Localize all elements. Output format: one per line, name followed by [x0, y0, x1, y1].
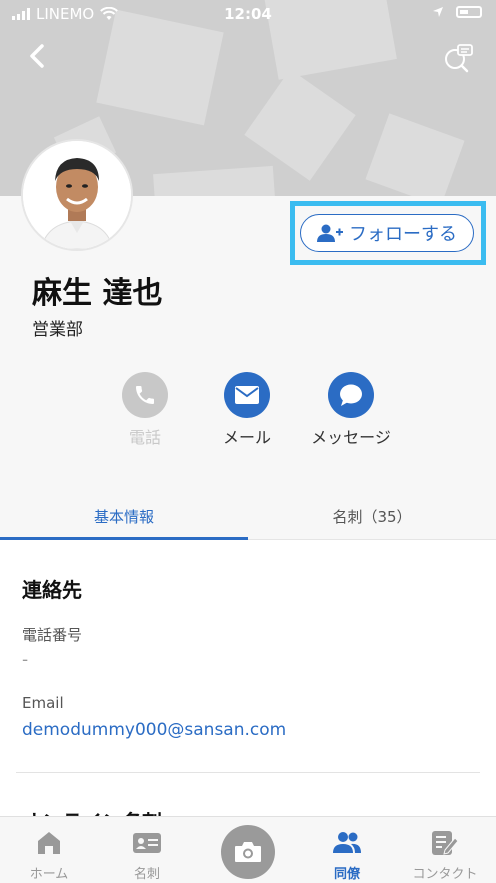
person-photo-icon: [23, 141, 131, 249]
nav-contacts-label: コンタクト: [412, 867, 478, 882]
clock: 12:04: [224, 5, 272, 23]
phone-action-label: 電話: [128, 428, 161, 447]
contact-section-title: 連絡先: [22, 578, 82, 602]
message-action[interactable]: メッセージ: [301, 372, 401, 448]
mail-action[interactable]: メール: [197, 372, 297, 448]
profile-tabs: 基本情報 名刺（35）: [0, 497, 496, 540]
nav-colleagues-label: 同僚: [333, 867, 360, 882]
profile-department: 営業部: [32, 320, 83, 340]
message-action-label: メッセージ: [311, 428, 391, 447]
search-icon[interactable]: [442, 42, 474, 74]
contact-icon: [432, 831, 459, 855]
tab-basic-info[interactable]: 基本情報: [0, 497, 248, 540]
tab-business-cards[interactable]: 名刺（35）: [248, 497, 496, 539]
nav-contacts[interactable]: コンタクト: [396, 817, 494, 882]
email-link[interactable]: demodummy000@sansan.com: [22, 720, 286, 740]
nav-business-cards-label: 名刺: [133, 867, 160, 882]
colleagues-icon: [333, 832, 361, 853]
phone-number-value: -: [22, 650, 29, 670]
follow-button-label: フォローする: [349, 224, 457, 245]
camera-icon: [235, 842, 261, 862]
section-divider: [16, 772, 480, 773]
contact-info-panel: 連絡先 電話番号 - Email demodummy000@sansan.com…: [0, 540, 496, 816]
camera-button[interactable]: [221, 825, 275, 879]
phone-action: 電話: [95, 372, 195, 448]
battery-icon: [456, 6, 482, 18]
nav-colleagues[interactable]: 同僚: [298, 817, 396, 882]
phone-icon: [122, 372, 168, 418]
mail-icon: [224, 372, 270, 418]
follow-button[interactable]: フォローする: [300, 214, 474, 252]
mail-action-label: メール: [222, 428, 271, 447]
home-icon: [38, 832, 60, 854]
nav-home-label: ホーム: [29, 867, 69, 882]
business-card-icon: [133, 833, 161, 853]
avatar: [21, 139, 133, 251]
nav-home[interactable]: ホーム: [0, 817, 98, 882]
profile-name: 麻生 達也: [32, 276, 163, 311]
location-icon: [433, 7, 443, 17]
nav-business-cards[interactable]: 名刺: [98, 817, 196, 882]
status-bar: LINEMO 12:04: [0, 0, 496, 30]
phone-number-label: 電話番号: [22, 626, 83, 644]
chat-bubble-icon: [328, 372, 374, 418]
back-icon[interactable]: [22, 40, 54, 72]
add-person-icon: [317, 224, 343, 242]
email-label: Email: [22, 694, 64, 712]
online-card-section-title: オンライン名刺: [22, 806, 162, 816]
